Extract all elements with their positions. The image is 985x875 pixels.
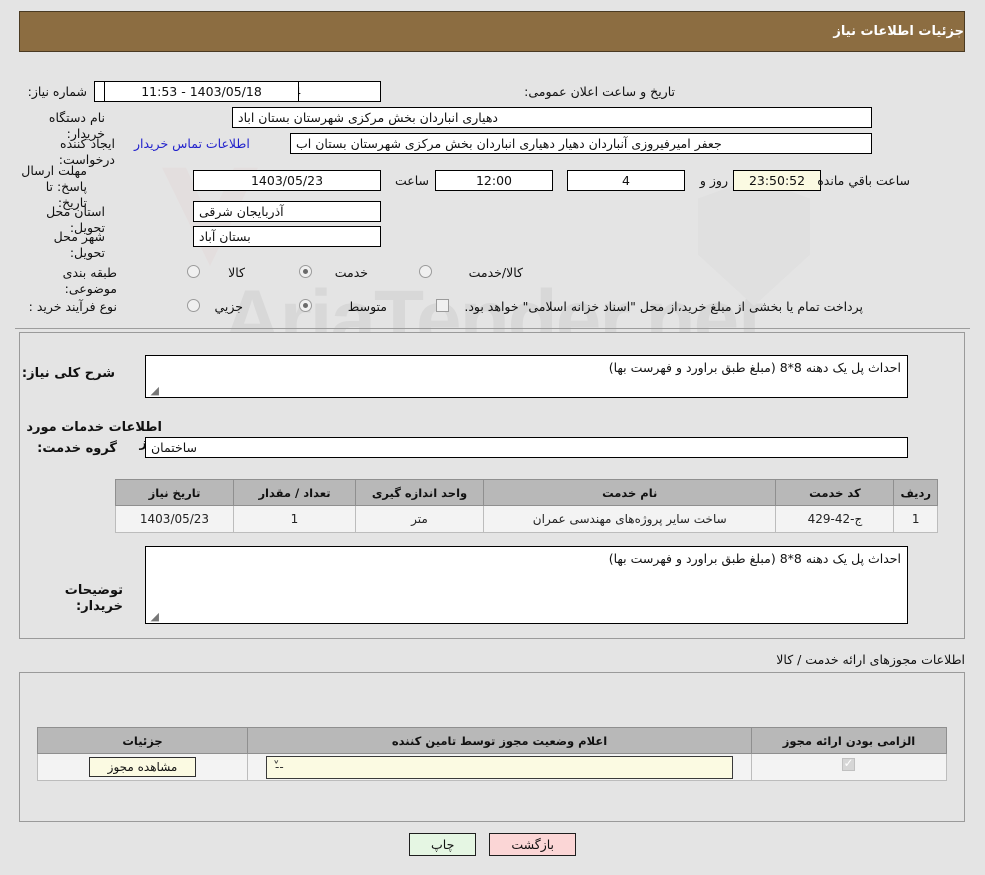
resize-grip-icon[interactable]: ◢: [149, 611, 159, 622]
service-group-label: گروه خدمت:: [37, 441, 117, 456]
requester-value: جعفر امیرفیروزی آنباردان دهیار دهیاری ان…: [290, 133, 872, 154]
announce-datetime-value: 1403/05/18 - 11:53: [104, 81, 299, 102]
treasury-checkbox[interactable]: [436, 299, 449, 312]
col-name: نام خدمت: [482, 479, 777, 506]
province-value: آذربایجان شرقی: [193, 201, 381, 222]
license-required-checkbox: [841, 756, 855, 771]
buyer-notes-value: احداث پل یک دهنه 8*8 (مبلغ طبق براورد و …: [608, 551, 901, 566]
print-button[interactable]: چاپ: [409, 833, 477, 856]
buyer-org-value: دهیاری انباردان بخش مرکزی شهرستان بستان …: [232, 107, 872, 128]
service-group-value: ساختمان: [145, 437, 908, 458]
col-required: الزامی بودن ارائه مجوز: [751, 727, 947, 754]
col-qty: تعداد / مقدار: [233, 479, 356, 506]
radio-category-kala[interactable]: [187, 265, 200, 278]
radio-process-jozei[interactable]: [187, 299, 200, 312]
services-table: ردیف کد خدمت نام خدمت واحد اندازه گیری ت…: [115, 479, 938, 533]
cell-unit: متر: [355, 505, 484, 533]
process-label: نوع فرآیند خرید :: [28, 299, 117, 314]
remaining-days-label: روز و: [699, 173, 728, 188]
cell-details: مشاهده مجوز: [37, 753, 248, 781]
top-section: [15, 62, 970, 329]
category-label: طبقه بندی موضوعی:: [62, 265, 117, 296]
deadline-hour-label: ساعت: [394, 173, 429, 188]
city-label: شهر محل تحویل:: [53, 229, 105, 260]
col-row: ردیف: [893, 479, 938, 506]
radio-category-khedmat[interactable]: [299, 265, 312, 278]
general-desc-label: شرح کلی نیاز:: [21, 366, 115, 381]
page-header: جزئیات اطلاعات نیاز: [19, 11, 965, 52]
deadline-time-value: 12:00: [435, 170, 553, 191]
buyer-notes-textarea[interactable]: احداث پل یک دهنه 8*8 (مبلغ طبق براورد و …: [145, 546, 908, 624]
page-root: AriaTender.net جزئیات اطلاعات نیاز شماره…: [0, 0, 985, 875]
remaining-days-value: 4: [567, 170, 685, 191]
licenses-table-header-row: الزامی بودن ارائه مجوز اعلام وضعیت مجوز …: [37, 727, 947, 754]
treasury-note: پرداخت تمام یا بخشی از مبلغ خرید،از محل …: [464, 299, 863, 314]
radio-category-kala-label: کالا: [228, 265, 245, 280]
view-license-button[interactable]: مشاهده مجوز: [88, 757, 197, 777]
license-status-select[interactable]: ˅ --: [266, 755, 733, 779]
col-code: کد خدمت: [775, 479, 895, 506]
need-number-label: شماره نیاز:: [27, 84, 87, 99]
licenses-table: الزامی بودن ارائه مجوز اعلام وضعیت مجوز …: [37, 727, 947, 781]
col-date: تاریخ نیاز: [115, 479, 234, 506]
announce-datetime-label: تاریخ و ساعت اعلان عمومی:: [524, 84, 675, 99]
cell-code: ج-42-429: [775, 505, 895, 533]
deadline-date-value: 1403/05/23: [193, 170, 381, 191]
col-details: جزئیات: [37, 727, 248, 754]
radio-process-motavaset[interactable]: [299, 299, 312, 312]
general-desc-value: احداث پل یک دهنه 8*8 (مبلغ طبق براورد و …: [608, 360, 901, 375]
cell-status: ˅ --: [247, 753, 752, 781]
countdown-timer: 23:50:52: [733, 170, 821, 191]
services-table-header-row: ردیف کد خدمت نام خدمت واحد اندازه گیری ت…: [115, 479, 938, 506]
remaining-hours-label: ساعت باقي مانده: [817, 173, 910, 188]
col-unit: واحد اندازه گیری: [355, 479, 484, 506]
col-status: اعلام وضعیت مجوز توسط تامین کننده: [247, 727, 752, 754]
licenses-heading: اطلاعات مجوزهای ارائه خدمت / کالا: [776, 652, 965, 667]
city-value: بستان آباد: [193, 226, 381, 247]
back-button[interactable]: بازگشت: [489, 833, 577, 856]
buyer-notes-label: توضیحات خریدار:: [64, 583, 123, 614]
radio-category-kala-khedmat-label: کالا/خدمت: [468, 265, 523, 280]
radio-process-motavaset-label: متوسط: [347, 299, 387, 314]
footer-actions: بازگشت چاپ: [0, 833, 985, 856]
page-title: جزئیات اطلاعات نیاز: [833, 24, 964, 39]
resize-grip-icon[interactable]: ◢: [149, 385, 159, 396]
cell-name: ساخت سایر پروژه‌های مهندسی عمران: [482, 505, 777, 533]
radio-process-jozei-label: جزیي: [214, 299, 243, 314]
radio-category-khedmat-label: خدمت: [334, 265, 368, 280]
general-desc-textarea[interactable]: احداث پل یک دهنه 8*8 (مبلغ طبق براورد و …: [145, 355, 908, 398]
cell-date: 1403/05/23: [115, 505, 234, 533]
table-row: 1 ج-42-429 ساخت سایر پروژه‌های مهندسی عم…: [115, 505, 938, 533]
table-row: ˅ -- مشاهده مجوز: [37, 753, 947, 781]
cell-row: 1: [893, 505, 938, 533]
radio-category-kala-khedmat[interactable]: [419, 265, 432, 278]
cell-qty: 1: [233, 505, 356, 533]
cell-required: [751, 753, 947, 781]
chevron-down-icon: ˅: [273, 759, 280, 775]
buyer-contact-link[interactable]: اطلاعات تماس خریدار: [134, 136, 250, 151]
